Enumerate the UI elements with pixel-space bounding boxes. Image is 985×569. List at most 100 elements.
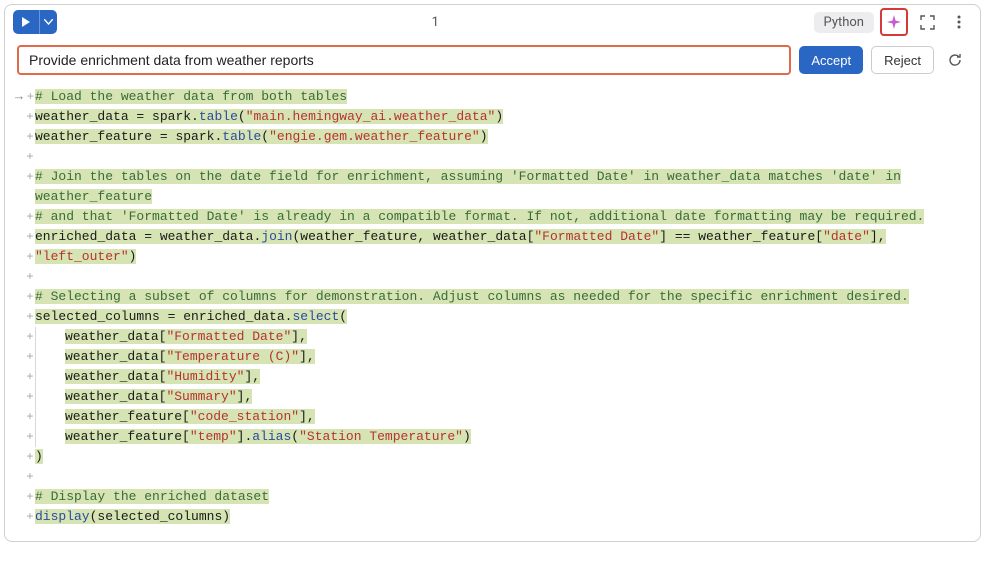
gutter: + [15,247,35,267]
run-button-group [13,10,57,34]
code-content: ) [35,447,968,467]
ai-assist-button[interactable] [880,8,908,36]
diff-plus-icon: + [26,87,35,107]
code-line[interactable]: + weather_data["Humidity"], [15,367,968,387]
code-line[interactable]: + [15,267,968,287]
code-content: selected_columns = enriched_data.select( [35,307,968,327]
expand-icon [920,15,935,30]
gutter: + [15,307,35,327]
more-button[interactable] [946,9,972,35]
code-content: # Join the tables on the date field for … [35,167,968,187]
gutter: + [15,127,35,147]
code-content: weather_feature [35,187,968,207]
code-line[interactable]: +# Selecting a subset of columns for dem… [15,287,968,307]
gutter: + [15,407,35,427]
gutter: + [15,487,35,507]
gutter: + [15,347,35,367]
gutter: + [15,507,35,527]
run-dropdown[interactable] [39,10,57,34]
language-badge[interactable]: Python [814,12,874,33]
code-content: # Selecting a subset of columns for demo… [35,287,968,307]
notebook-cell: 1 Python Accept Reject →+# Load the weat… [4,4,981,542]
code-line[interactable]: + weather_data["Temperature (C)"], [15,347,968,367]
code-line[interactable]: +# Join the tables on the date field for… [15,167,968,187]
diff-plus-icon: + [25,447,35,467]
expand-button[interactable] [914,9,940,35]
gutter: + [15,207,35,227]
reject-button[interactable]: Reject [871,46,934,74]
gutter: + [15,267,35,287]
code-content: # and that 'Formatted Date' is already i… [35,207,968,227]
code-line[interactable]: →+# Load the weather data from both tabl… [15,87,968,107]
diff-plus-icon: + [25,107,35,127]
code-content: weather_data = spark.table("main.hemingw… [35,107,968,127]
gutter: →+ [15,87,35,107]
diff-plus-icon: + [25,387,35,407]
diff-plus-icon: + [25,267,35,287]
diff-plus-icon: + [25,147,35,167]
code-content: weather_data["Summary"], [35,387,968,407]
code-editor[interactable]: →+# Load the weather data from both tabl… [5,85,980,541]
play-icon [21,17,31,27]
code-line[interactable]: +weather_data = spark.table("main.heming… [15,107,968,127]
code-line[interactable]: +"left_outer") [15,247,968,267]
code-content: enriched_data = weather_data.join(weathe… [35,227,968,247]
chevron-down-icon [44,19,53,25]
gutter: + [15,467,35,487]
code-line[interactable]: weather_feature [15,187,968,207]
sparkle-icon [886,14,902,30]
diff-plus-icon: + [25,207,35,227]
code-line[interactable]: +# Display the enriched dataset [15,487,968,507]
cell-toolbar: 1 Python [5,5,980,39]
ai-prompt-row: Accept Reject [5,39,980,85]
gutter: + [15,427,35,447]
code-line[interactable]: + weather_feature["temp"].alias("Station… [15,427,968,447]
gutter: + [15,147,35,167]
diff-plus-icon: + [25,247,35,267]
code-line[interactable]: +selected_columns = enriched_data.select… [15,307,968,327]
code-line[interactable]: +enriched_data = weather_data.join(weath… [15,227,968,247]
code-content: weather_feature["temp"].alias("Station T… [35,427,968,447]
code-content: weather_data["Humidity"], [35,367,968,387]
diff-plus-icon: + [25,507,35,527]
refresh-icon [947,52,963,68]
code-line[interactable]: +# and that 'Formatted Date' is already … [15,207,968,227]
accept-button[interactable]: Accept [799,46,863,74]
gutter: + [15,367,35,387]
ai-prompt-input[interactable] [17,45,791,75]
gutter: + [15,287,35,307]
code-line[interactable]: + weather_data["Summary"], [15,387,968,407]
diff-plus-icon: + [25,487,35,507]
gutter: + [15,227,35,247]
diff-plus-icon: + [25,347,35,367]
regenerate-button[interactable] [942,47,968,73]
code-line[interactable]: + [15,147,968,167]
code-line[interactable]: + weather_feature["code_station"], [15,407,968,427]
code-content: weather_feature["code_station"], [35,407,968,427]
code-content: display(selected_columns) [35,507,968,527]
code-content: # Display the enriched dataset [35,487,968,507]
gutter: + [15,447,35,467]
diff-plus-icon: + [25,227,35,247]
diff-plus-icon: + [25,327,35,347]
code-line[interactable]: + [15,467,968,487]
gutter: + [15,387,35,407]
code-content: "left_outer") [35,247,968,267]
run-button[interactable] [13,10,39,34]
diff-plus-icon: + [25,307,35,327]
code-line[interactable]: + weather_data["Formatted Date"], [15,327,968,347]
code-content: # Load the weather data from both tables [35,87,968,107]
cell-number: 1 [63,15,808,30]
diff-plus-icon: + [25,167,35,187]
gutter: + [15,167,35,187]
diff-plus-icon: + [25,427,35,447]
diff-plus-icon: + [25,287,35,307]
code-line[interactable]: +weather_feature = spark.table("engie.ge… [15,127,968,147]
gutter: + [15,327,35,347]
code-content: weather_data["Formatted Date"], [35,327,968,347]
code-line[interactable]: +) [15,447,968,467]
code-line[interactable]: +display(selected_columns) [15,507,968,527]
current-line-arrow-icon: → [15,87,23,107]
diff-plus-icon: + [25,367,35,387]
diff-plus-icon: + [25,407,35,427]
